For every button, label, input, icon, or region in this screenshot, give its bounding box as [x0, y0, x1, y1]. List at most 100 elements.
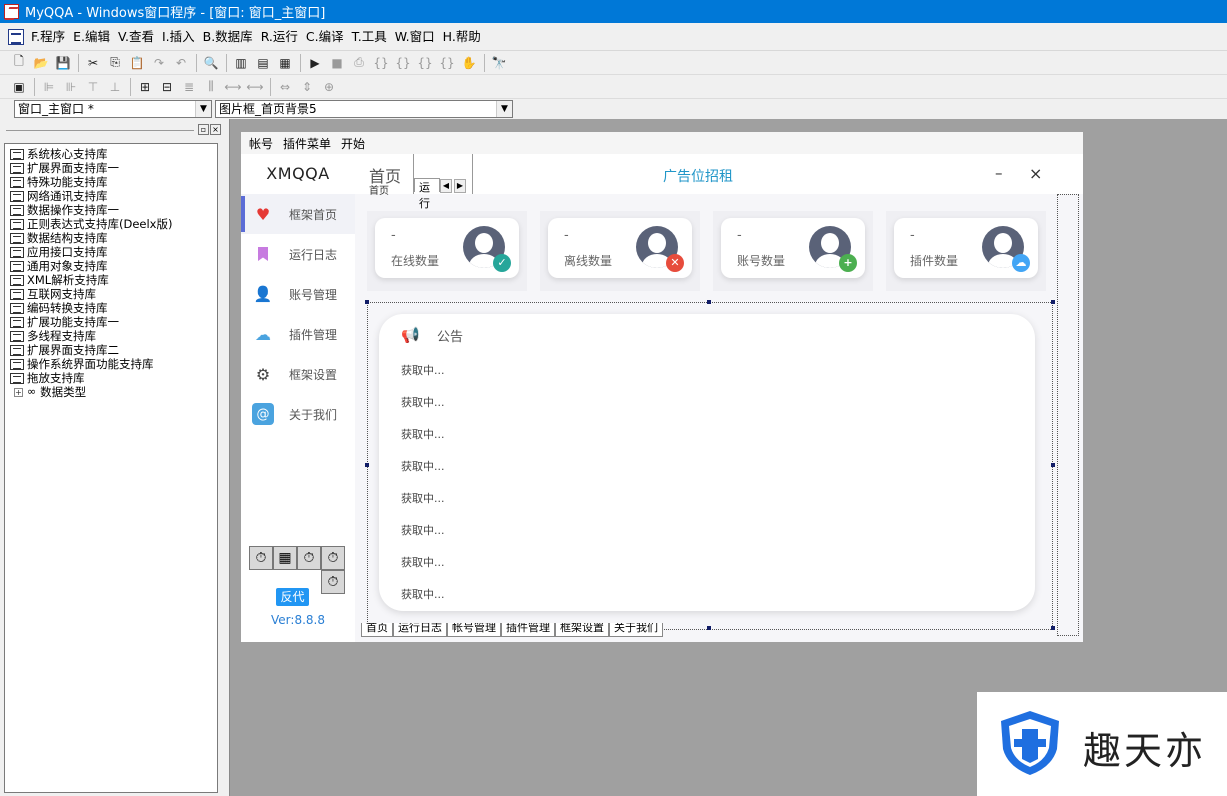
tab-home[interactable]: 首页: [361, 623, 393, 637]
calendar-icon[interactable]: ▦: [273, 546, 297, 570]
center-vertical-icon[interactable]: ⊟: [158, 78, 176, 96]
resize-handle[interactable]: [1051, 463, 1055, 467]
same-size-icon[interactable]: ⊕: [320, 78, 338, 96]
space-horizontal-icon[interactable]: ⫼: [202, 78, 220, 96]
timer-icon[interactable]: ⏱: [321, 570, 345, 594]
fandai-button[interactable]: 反代: [276, 588, 309, 606]
menu-window[interactable]: W.窗口: [393, 23, 441, 51]
menu-database[interactable]: B.数据库: [201, 23, 259, 51]
nav-item-about[interactable]: @ 关于我们: [241, 394, 355, 434]
tab-log[interactable]: 运行日志: [393, 623, 447, 637]
tree-item[interactable]: 编码转换支持库: [5, 301, 217, 315]
paste-icon[interactable]: 📋: [128, 54, 146, 72]
save-icon[interactable]: 💾: [54, 54, 72, 72]
distribute-v-icon[interactable]: ⟷: [246, 78, 264, 96]
tree-item[interactable]: 数据操作支持库一: [5, 203, 217, 217]
chevron-down-icon[interactable]: ▼: [496, 101, 512, 117]
step-over-icon[interactable]: {}: [394, 54, 412, 72]
tree-item[interactable]: 网络通讯支持库: [5, 189, 217, 203]
resize-handle[interactable]: [707, 300, 711, 304]
distribute-h-icon[interactable]: ⟷: [224, 78, 242, 96]
menu-compile[interactable]: C.编译: [304, 23, 350, 51]
form-menu-account[interactable]: 帐号: [249, 135, 273, 152]
library-tree[interactable]: 系统核心支持库 扩展界面支持库一 特殊功能支持库 网络通讯支持库 数据操作支持库…: [4, 143, 218, 793]
align-center-icon[interactable]: ⊪: [62, 78, 80, 96]
window-selector[interactable]: 窗口_主窗口 * ▼: [14, 100, 212, 118]
form-menu-plugin[interactable]: 插件菜单: [283, 135, 331, 152]
hand-icon[interactable]: ✋: [460, 54, 478, 72]
nav-item-log[interactable]: 运行日志: [241, 234, 355, 274]
stop-icon[interactable]: ■: [328, 54, 346, 72]
resize-handle[interactable]: [365, 463, 369, 467]
tree-item[interactable]: 扩展界面支持库二: [5, 343, 217, 357]
ad-title[interactable]: 广告位招租: [663, 166, 733, 186]
close-icon[interactable]: ×: [210, 124, 221, 135]
binoculars-icon[interactable]: 🔭: [490, 54, 508, 72]
tree-item[interactable]: 扩展功能支持库一: [5, 315, 217, 329]
tree-item[interactable]: 扩展界面支持库一: [5, 161, 217, 175]
minimize-icon[interactable]: –: [995, 164, 1003, 182]
run-icon[interactable]: ▶: [306, 54, 324, 72]
run-to-cursor-icon[interactable]: {}: [438, 54, 456, 72]
undo-icon[interactable]: ↶: [172, 54, 190, 72]
redo-icon[interactable]: ↷: [150, 54, 168, 72]
menu-program[interactable]: F.程序: [29, 23, 71, 51]
mdi-window-icon[interactable]: [8, 28, 24, 45]
tree-item[interactable]: 互联网支持库: [5, 287, 217, 301]
center-horizontal-icon[interactable]: ⊞: [136, 78, 154, 96]
tree-item[interactable]: 特殊功能支持库: [5, 175, 217, 189]
copy-icon[interactable]: ⎘: [106, 54, 124, 72]
nav-item-home[interactable]: ♥ 框架首页: [241, 194, 355, 234]
resize-handle[interactable]: [1051, 300, 1055, 304]
tree-item[interactable]: XML解析支持库: [5, 273, 217, 287]
tree-item[interactable]: 应用接口支持库: [5, 245, 217, 259]
timer-icon[interactable]: ⏱: [249, 546, 273, 570]
nav-item-settings[interactable]: ⚙ 框架设置: [241, 354, 355, 394]
debug-step-icon[interactable]: ⎙: [350, 54, 368, 72]
expand-icon[interactable]: +: [14, 387, 23, 397]
step-into-icon[interactable]: {}: [372, 54, 390, 72]
page-tab-control[interactable]: 首页 首页 运行 ◀ ▶: [365, 154, 473, 210]
tree-item[interactable]: 数据结构支持库: [5, 231, 217, 245]
close-icon[interactable]: ×: [1029, 164, 1042, 183]
new-file-icon[interactable]: 🗋: [10, 54, 28, 72]
align-left-icon[interactable]: ⊫: [40, 78, 58, 96]
designed-form[interactable]: 帐号 插件菜单 开始 XMQQA ♥ 框架首页 运行日志 👤 账号管理 ☁ 插件…: [241, 132, 1083, 642]
same-width-icon[interactable]: ⇔: [276, 78, 294, 96]
form-icon[interactable]: ▣: [10, 78, 28, 96]
tab-accounts[interactable]: 帐号管理: [447, 623, 501, 637]
menu-view[interactable]: V.查看: [116, 23, 160, 51]
menu-run[interactable]: R.运行: [259, 23, 304, 51]
tree-item[interactable]: 正则表达式支持库(Deelx版): [5, 217, 217, 231]
tree-item[interactable]: 系统核心支持库: [5, 147, 217, 161]
timer-icon[interactable]: ⏱: [321, 546, 345, 570]
tree-item[interactable]: 拖放支持库: [5, 371, 217, 385]
resize-handle[interactable]: [1051, 626, 1055, 630]
tree-item[interactable]: 多线程支持库: [5, 329, 217, 343]
resize-handle[interactable]: [707, 626, 711, 630]
layout-top-icon[interactable]: ▤: [254, 54, 272, 72]
step-out-icon[interactable]: {}: [416, 54, 434, 72]
align-bottom-icon[interactable]: ⊥: [106, 78, 124, 96]
layout-split-icon[interactable]: ▦: [276, 54, 294, 72]
tab-plugins[interactable]: 插件管理: [501, 623, 555, 637]
tree-item-data-types[interactable]: + ∞ 数据类型: [5, 385, 217, 399]
tree-item[interactable]: 操作系统界面功能支持库: [5, 357, 217, 371]
mini-tab[interactable]: 运行: [414, 178, 440, 210]
timer-icon[interactable]: ⏱: [297, 546, 321, 570]
panel-grip[interactable]: [6, 130, 194, 131]
nav-item-accounts[interactable]: 👤 账号管理: [241, 274, 355, 314]
menu-edit[interactable]: E.编辑: [71, 23, 116, 51]
component-selector[interactable]: 图片框_首页背景5 ▼: [215, 100, 513, 118]
nav-item-plugins[interactable]: ☁ 插件管理: [241, 314, 355, 354]
tab-about[interactable]: 关于我们: [609, 623, 663, 637]
layout-left-icon[interactable]: ▥: [232, 54, 250, 72]
same-height-icon[interactable]: ⇕: [298, 78, 316, 96]
form-menu-start[interactable]: 开始: [341, 135, 365, 152]
open-folder-icon[interactable]: 📂: [32, 54, 50, 72]
scroll-left-icon[interactable]: ◀: [440, 179, 452, 193]
align-top-icon[interactable]: ⊤: [84, 78, 102, 96]
chevron-down-icon[interactable]: ▼: [195, 101, 211, 117]
scroll-right-icon[interactable]: ▶: [454, 179, 466, 193]
resize-handle[interactable]: [365, 300, 369, 304]
